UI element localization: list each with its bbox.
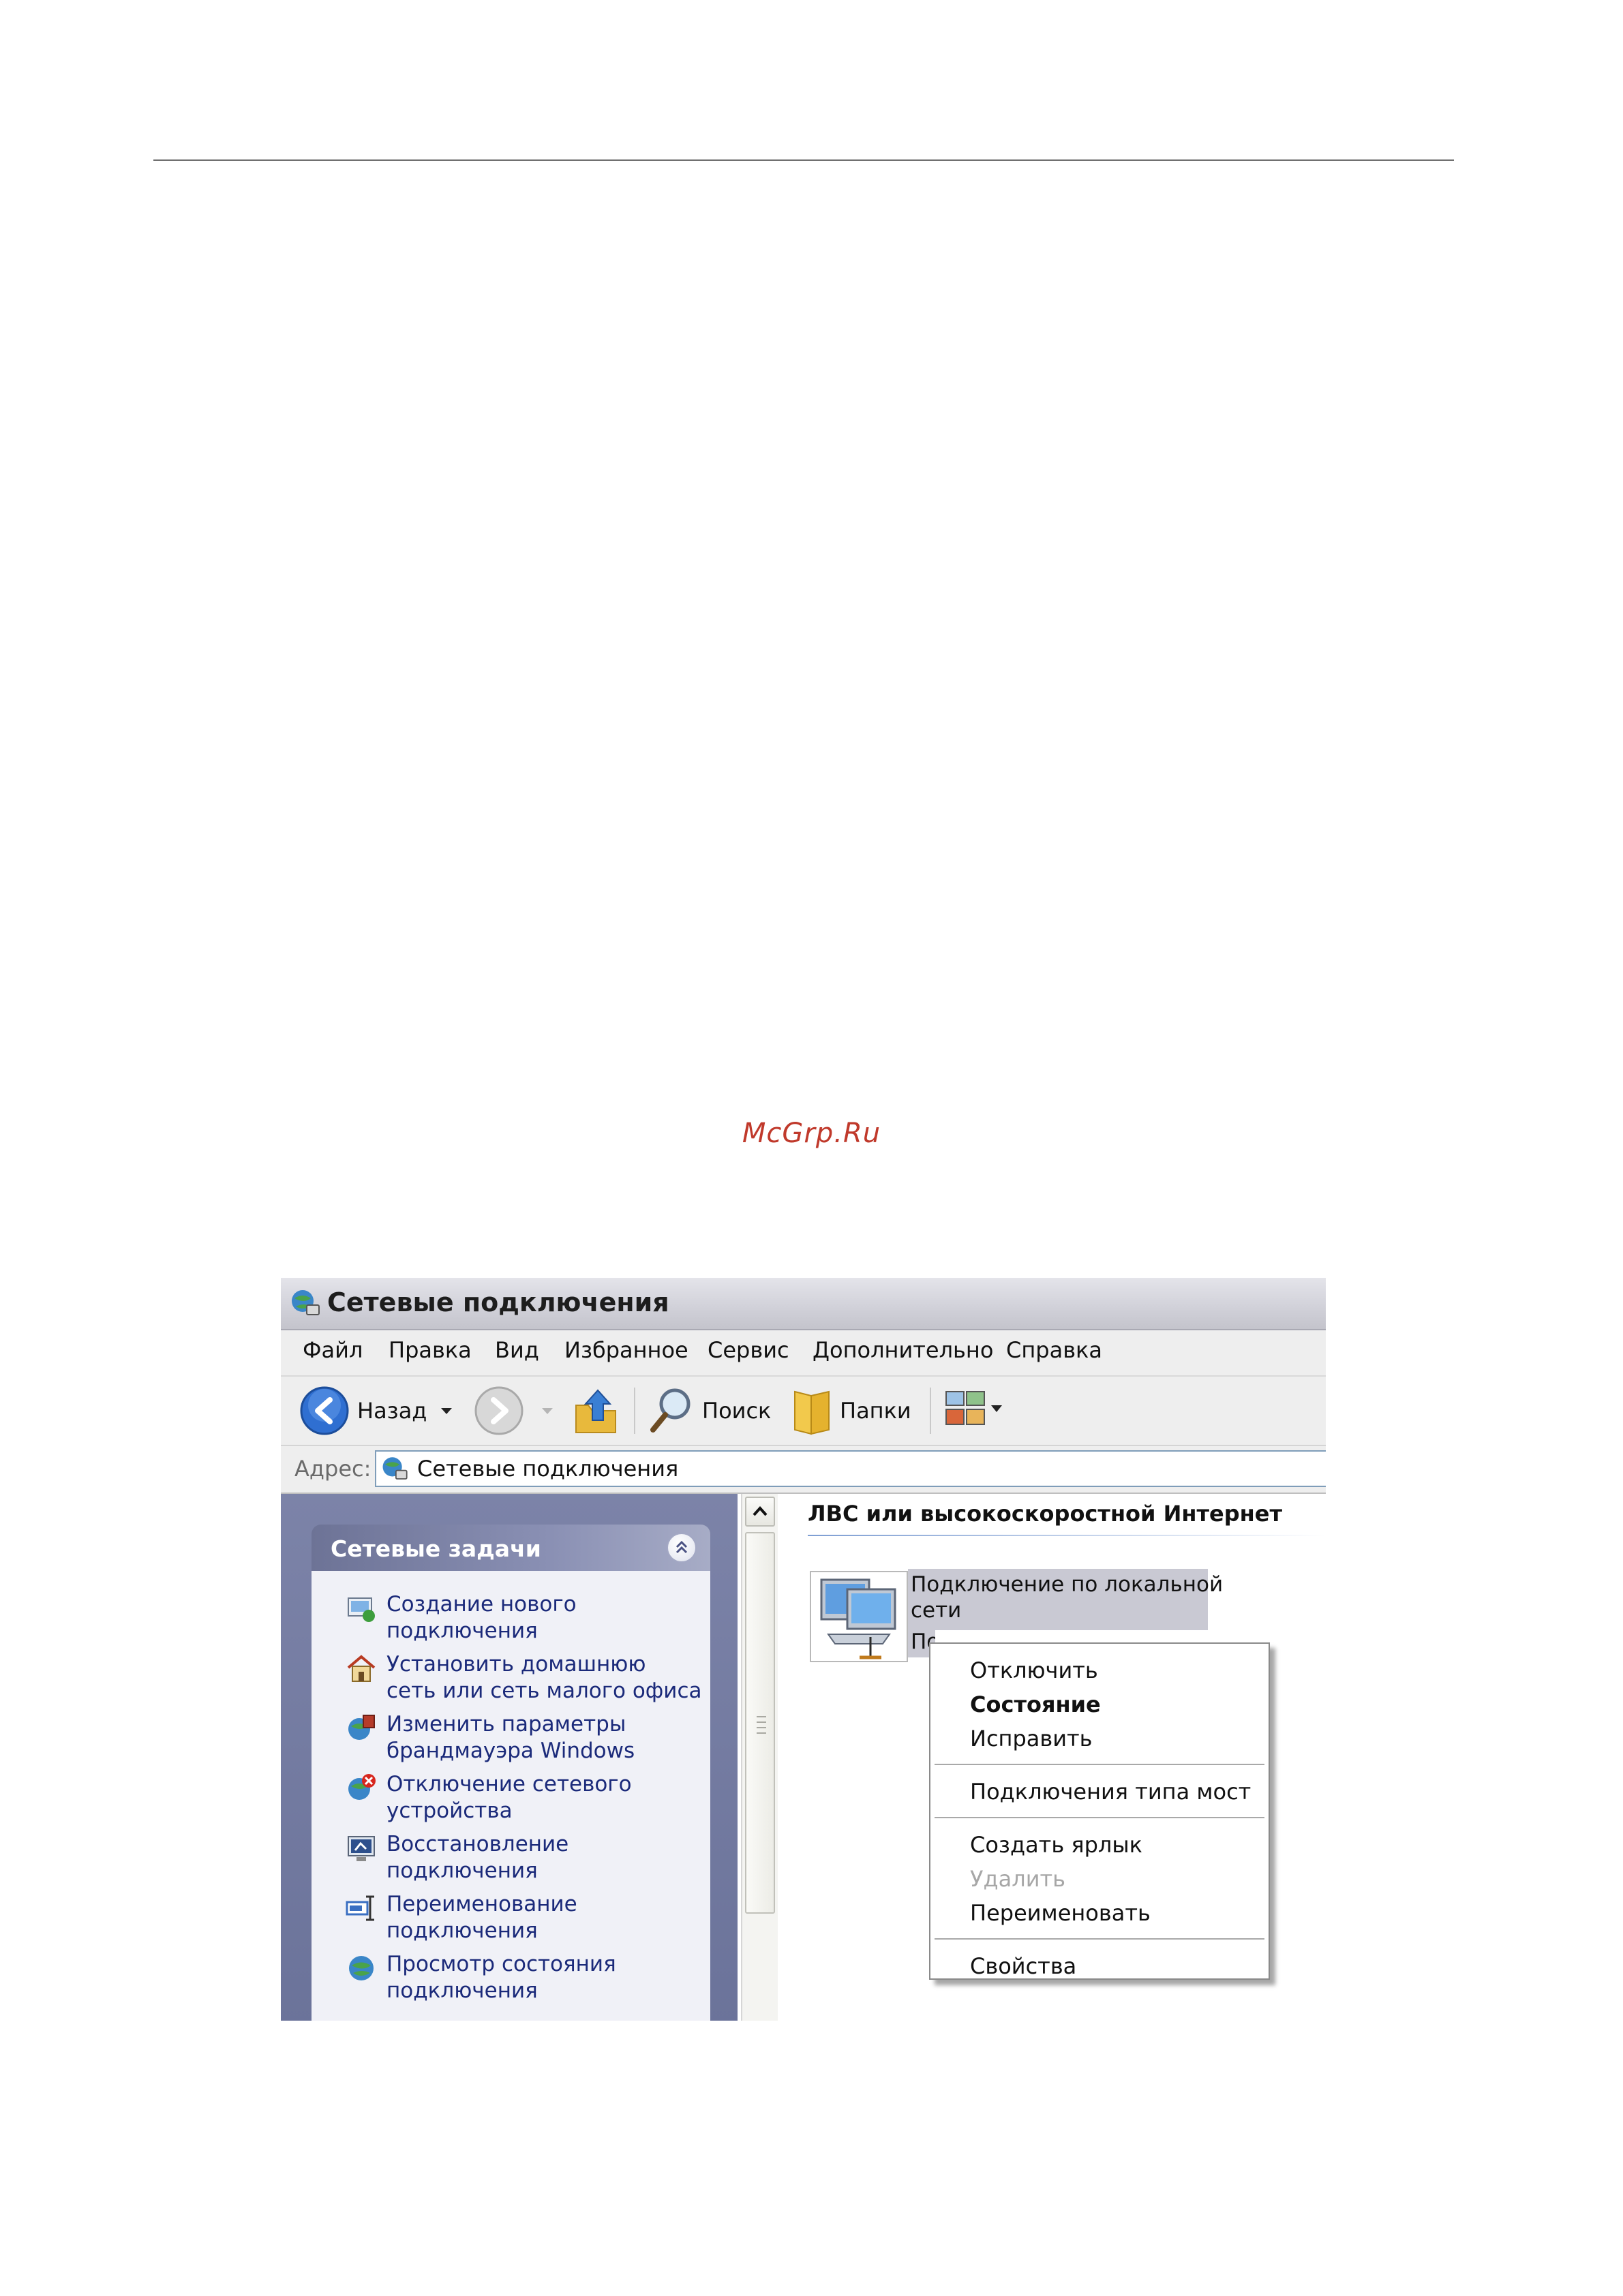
back-label: Назад [357, 1398, 427, 1424]
menu-item-delete: Удалить [970, 1866, 1065, 1892]
views-icon [945, 1391, 1002, 1425]
forward-arrow-icon [474, 1386, 524, 1435]
view-status-icon [349, 1956, 374, 1980]
up-folder-icon [575, 1389, 616, 1433]
views-button[interactable] [943, 1383, 1005, 1438]
connection-name[interactable]: Подключение по локальной сети [908, 1569, 1223, 1630]
toolbar: Назад Поиск Папки [281, 1377, 1326, 1446]
vertical-scrollbar[interactable] [741, 1494, 778, 2021]
double-chevron-up-icon [676, 1540, 688, 1554]
forward-button[interactable] [473, 1383, 525, 1438]
back-button[interactable]: Назад [299, 1383, 427, 1438]
menu-item-status[interactable]: Состояние [970, 1692, 1101, 1717]
group-header: ЛВС или высокоскоростной Интернет [808, 1501, 1282, 1527]
menu-separator [935, 1764, 1264, 1765]
lan-connection-icon[interactable] [808, 1569, 910, 1664]
group-divider [808, 1535, 1326, 1536]
task-label-line2: устройства [386, 1798, 513, 1823]
folders-icon [794, 1390, 830, 1435]
task-label-line1: Создание нового [386, 1592, 577, 1617]
task-label-line2: подключения [386, 1619, 538, 1643]
context-menu: Отключить Состояние Исправить Подключени… [929, 1642, 1270, 1980]
watermark: McGrp.Ru [742, 1118, 881, 1149]
menu-item-create-shortcut[interactable]: Создать ярлык [970, 1832, 1142, 1858]
window-title: Сетевые подключения [327, 1287, 669, 1317]
firewall-icon [348, 1715, 375, 1740]
task-label-line2: сеть или сеть малого офиса [386, 1679, 702, 1703]
repair-connection-icon [348, 1836, 375, 1861]
network-tasks-list: Создание нового подключения Установить до… [312, 1571, 710, 2021]
scroll-thumb[interactable] [745, 1532, 775, 1914]
new-connection-icon [348, 1597, 375, 1622]
menu-favorites[interactable]: Избранное [564, 1337, 688, 1363]
task-panel: Сетевые задачи Создание нового подключени… [281, 1494, 738, 2021]
task-label-line2: подключения [386, 1978, 538, 2003]
home-network-icon [347, 1655, 376, 1682]
address-input[interactable]: Сетевые подключения [375, 1450, 1326, 1487]
menu-advanced[interactable]: Дополнительно [813, 1337, 993, 1363]
menu-item-repair[interactable]: Исправить [970, 1726, 1093, 1751]
menu-view[interactable]: Вид [495, 1337, 539, 1363]
network-connections-icon [382, 1457, 408, 1480]
menu-file[interactable]: Файл [303, 1337, 363, 1363]
task-label-line1: Восстановление [386, 1832, 569, 1856]
folders-label: Папки [840, 1398, 911, 1424]
menu-help[interactable]: Справка [1006, 1337, 1102, 1363]
address-label: Адрес: [294, 1456, 371, 1482]
task-label-line1: Просмотр состояния [386, 1952, 616, 1976]
task-label-line2: подключения [386, 1858, 538, 1883]
menu-item-disable[interactable]: Отключить [970, 1657, 1098, 1683]
connection-name-line2: сети [911, 1598, 962, 1623]
task-label-line2: подключения [386, 1918, 538, 1943]
address-value: Сетевые подключения [417, 1456, 679, 1482]
menu-separator [935, 1817, 1264, 1818]
search-label: Поиск [702, 1398, 772, 1424]
menu-item-properties[interactable]: Свойства [970, 1953, 1076, 1979]
task-label-line2: брандмауэра Windows [386, 1739, 635, 1763]
rename-icon [346, 1895, 374, 1921]
back-arrow-icon [300, 1386, 349, 1435]
scroll-up-button[interactable] [745, 1497, 775, 1527]
menu-bar: Файл Правка Вид Избранное Сервис Дополни… [281, 1330, 1326, 1377]
up-folder-button[interactable] [571, 1383, 621, 1438]
title-bar: Сетевые подключения [281, 1278, 1326, 1330]
menu-edit[interactable]: Правка [389, 1337, 472, 1363]
menu-tools[interactable]: Сервис [708, 1337, 789, 1363]
menu-item-rename[interactable]: Переименовать [970, 1900, 1151, 1926]
task-label-line1: Установить домашнюю [386, 1652, 646, 1677]
page-top-rule [153, 159, 1454, 161]
search-button[interactable]: Поиск [648, 1383, 771, 1438]
connection-name-line1: Подключение по локальной [911, 1572, 1224, 1597]
dropdown-arrow-icon [441, 1408, 452, 1414]
task-label-line1: Изменить параметры [386, 1712, 626, 1736]
menu-item-bridge[interactable]: Подключения типа мост [970, 1779, 1251, 1805]
forward-dropdown-button[interactable] [540, 1383, 555, 1438]
network-connections-icon [292, 1290, 320, 1315]
chevron-up-icon [753, 1506, 768, 1516]
collapse-icon[interactable] [667, 1533, 697, 1563]
network-tasks-header[interactable]: Сетевые задачи [312, 1525, 710, 1571]
address-bar: Адрес: Сетевые подключения [281, 1446, 1326, 1494]
folders-button[interactable]: Папки [791, 1383, 911, 1438]
task-label-line1: Переименование [386, 1892, 577, 1916]
search-icon [650, 1388, 691, 1433]
task-label-line1: Отключение сетевого [386, 1772, 632, 1796]
disable-device-icon [348, 1774, 376, 1800]
dropdown-arrow-icon [542, 1408, 553, 1414]
network-tasks-title: Сетевые задачи [331, 1535, 541, 1562]
back-dropdown-button[interactable] [439, 1383, 454, 1438]
menu-separator [935, 1938, 1264, 1940]
